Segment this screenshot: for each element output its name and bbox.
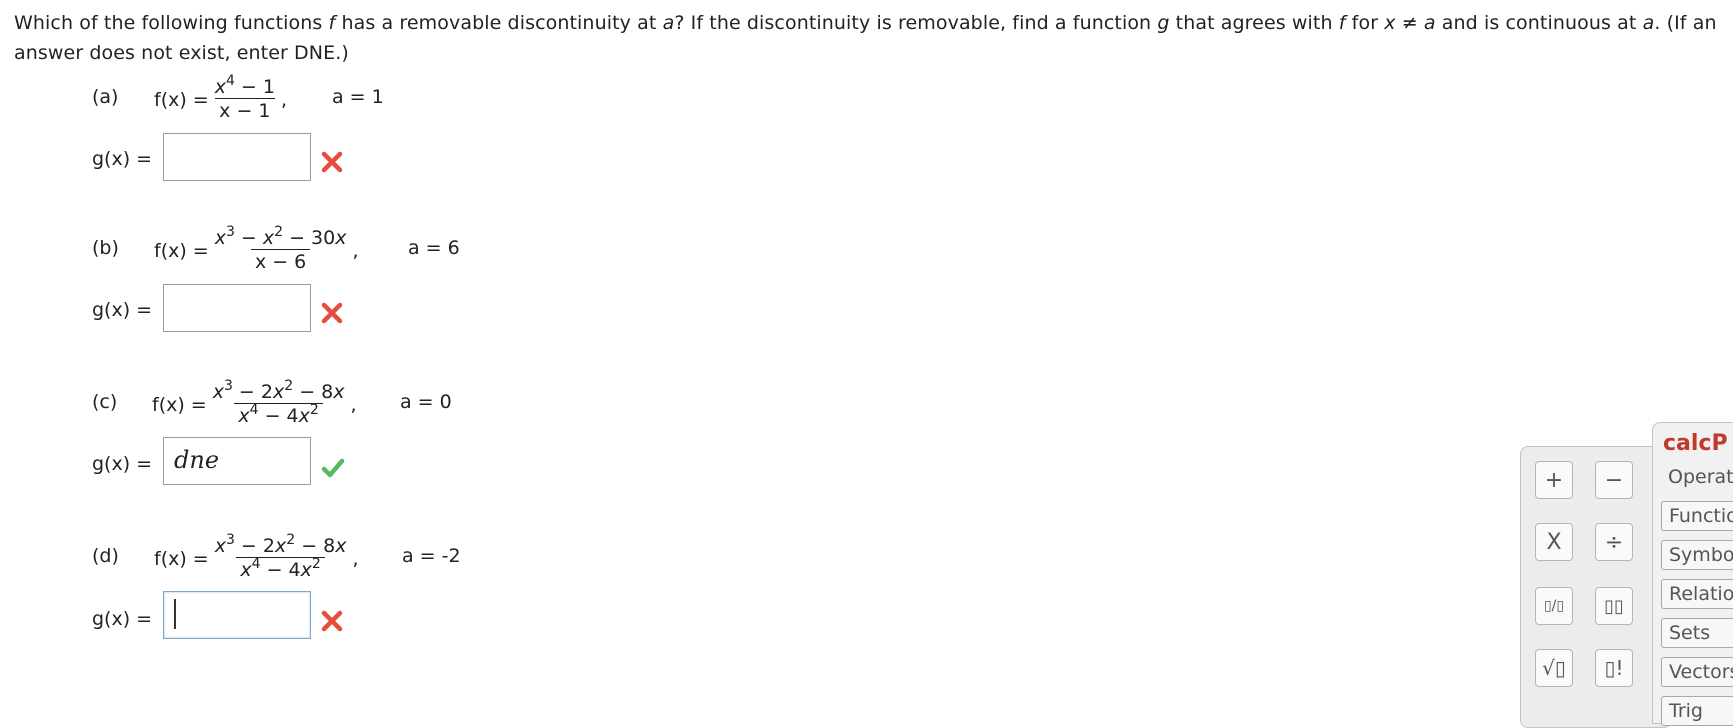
part-c-label: (c) <box>92 391 118 413</box>
question-var: a <box>1642 12 1655 34</box>
fraction: x4 − 1 x − 1 <box>211 73 279 123</box>
question-var: a <box>662 12 675 34</box>
tab-operations[interactable]: Operati <box>1661 463 1733 493</box>
part-b-g-label: g(x) = <box>92 299 153 321</box>
part-d-answer-input[interactable] <box>163 591 311 639</box>
fraction-denominator: x − 1 <box>215 98 275 123</box>
function-lhs: f(x) = <box>152 393 207 416</box>
part-c-function: f(x) = x3 − 2x2 − 8x x4 − 4x2 , <box>152 378 357 428</box>
fraction-denominator: x4 − 4x2 <box>234 403 323 428</box>
part-b-answer-input[interactable] <box>163 284 311 332</box>
divide-button[interactable]: ÷ <box>1595 523 1633 561</box>
math-palette: + − X ÷ ▯/▯ ▯▯ √▯ ▯! <box>1520 446 1672 728</box>
multiply-button[interactable]: X <box>1535 523 1573 561</box>
calcpad-title: calcP <box>1663 431 1728 456</box>
function-lhs: f(x) = <box>154 239 209 262</box>
question-part: ? If the discontinuity is removable, fin… <box>674 12 1158 34</box>
question-part: has a removable discontinuity at <box>335 12 663 34</box>
fraction: x3 − 2x2 − 8x x4 − 4x2 <box>211 532 351 582</box>
part-c-g-label: g(x) = <box>92 453 153 475</box>
function-lhs: f(x) = <box>154 88 209 111</box>
part-d-g-label: g(x) = <box>92 608 153 630</box>
incorrect-x-icon <box>321 151 343 173</box>
tab-trig[interactable]: Trig <box>1661 696 1733 726</box>
part-a-function: f(x) = x4 − 1 x − 1 , <box>154 73 288 123</box>
part-a-answer-input[interactable] <box>163 133 311 181</box>
fraction-numerator: x4 − 1 <box>214 73 275 98</box>
question-part: and is continuous at <box>1435 12 1643 34</box>
part-d-point: a = -2 <box>402 545 461 567</box>
fraction-denominator: x4 − 4x2 <box>236 557 325 582</box>
part-c-answer-input[interactable]: dne <box>163 437 311 485</box>
question-part: Which of the following functions <box>14 12 329 34</box>
tab-relations[interactable]: Relatio <box>1661 579 1733 609</box>
part-c-point: a = 0 <box>400 391 452 413</box>
tab-functions[interactable]: Functio <box>1661 501 1733 531</box>
fraction-numerator: x3 − 2x2 − 8x <box>214 532 347 557</box>
tab-sets[interactable]: Sets <box>1661 618 1733 648</box>
plus-button[interactable]: + <box>1535 461 1573 499</box>
part-b-point: a = 6 <box>408 237 460 259</box>
part-a-label: (a) <box>92 86 119 108</box>
sqrt-button[interactable]: √▯ <box>1535 649 1573 687</box>
part-d-function: f(x) = x3 − 2x2 − 8x x4 − 4x2 , <box>154 532 359 582</box>
question-text: Which of the following functions f has a… <box>14 8 1719 68</box>
factorial-button[interactable]: ▯! <box>1595 649 1633 687</box>
part-b-function: f(x) = x3 − x2 − 30x x − 6 , <box>154 224 359 274</box>
minus-button[interactable]: − <box>1595 461 1633 499</box>
question-part: that agrees with <box>1169 12 1339 34</box>
fraction: x3 − 2x2 − 8x x4 − 4x2 <box>209 378 349 428</box>
part-a-point: a = 1 <box>332 86 384 108</box>
question-var: x ≠ a <box>1384 12 1436 34</box>
fraction-denominator: x − 6 <box>250 249 311 274</box>
tab-symbols[interactable]: Symbol <box>1661 540 1733 570</box>
correct-check-icon <box>321 458 345 478</box>
incorrect-x-icon <box>321 610 343 632</box>
fraction-button[interactable]: ▯/▯ <box>1535 587 1573 625</box>
question-var: g <box>1157 12 1170 34</box>
fraction: x3 − x2 − 30x x − 6 <box>211 224 351 274</box>
exponent-button[interactable]: ▯▯ <box>1595 587 1633 625</box>
fraction-numerator: x3 − x2 − 30x <box>214 224 347 249</box>
calcpad-title-rest: P <box>1711 431 1728 456</box>
calcpad-panel: calcP Operati Functio Symbol Relatio Set… <box>1652 422 1733 726</box>
tab-vectors[interactable]: Vectors <box>1661 657 1733 687</box>
part-b-label: (b) <box>92 237 119 259</box>
part-a-g-label: g(x) = <box>92 148 153 170</box>
question-var: f <box>1338 12 1346 34</box>
question-part: for <box>1345 12 1385 34</box>
fraction-numerator: x3 − 2x2 − 8x <box>212 378 345 403</box>
text-caret <box>174 598 176 629</box>
incorrect-x-icon <box>321 302 343 324</box>
part-d-label: (d) <box>92 545 119 567</box>
function-lhs: f(x) = <box>154 547 209 570</box>
calcpad-title-bold: calc <box>1663 431 1712 456</box>
